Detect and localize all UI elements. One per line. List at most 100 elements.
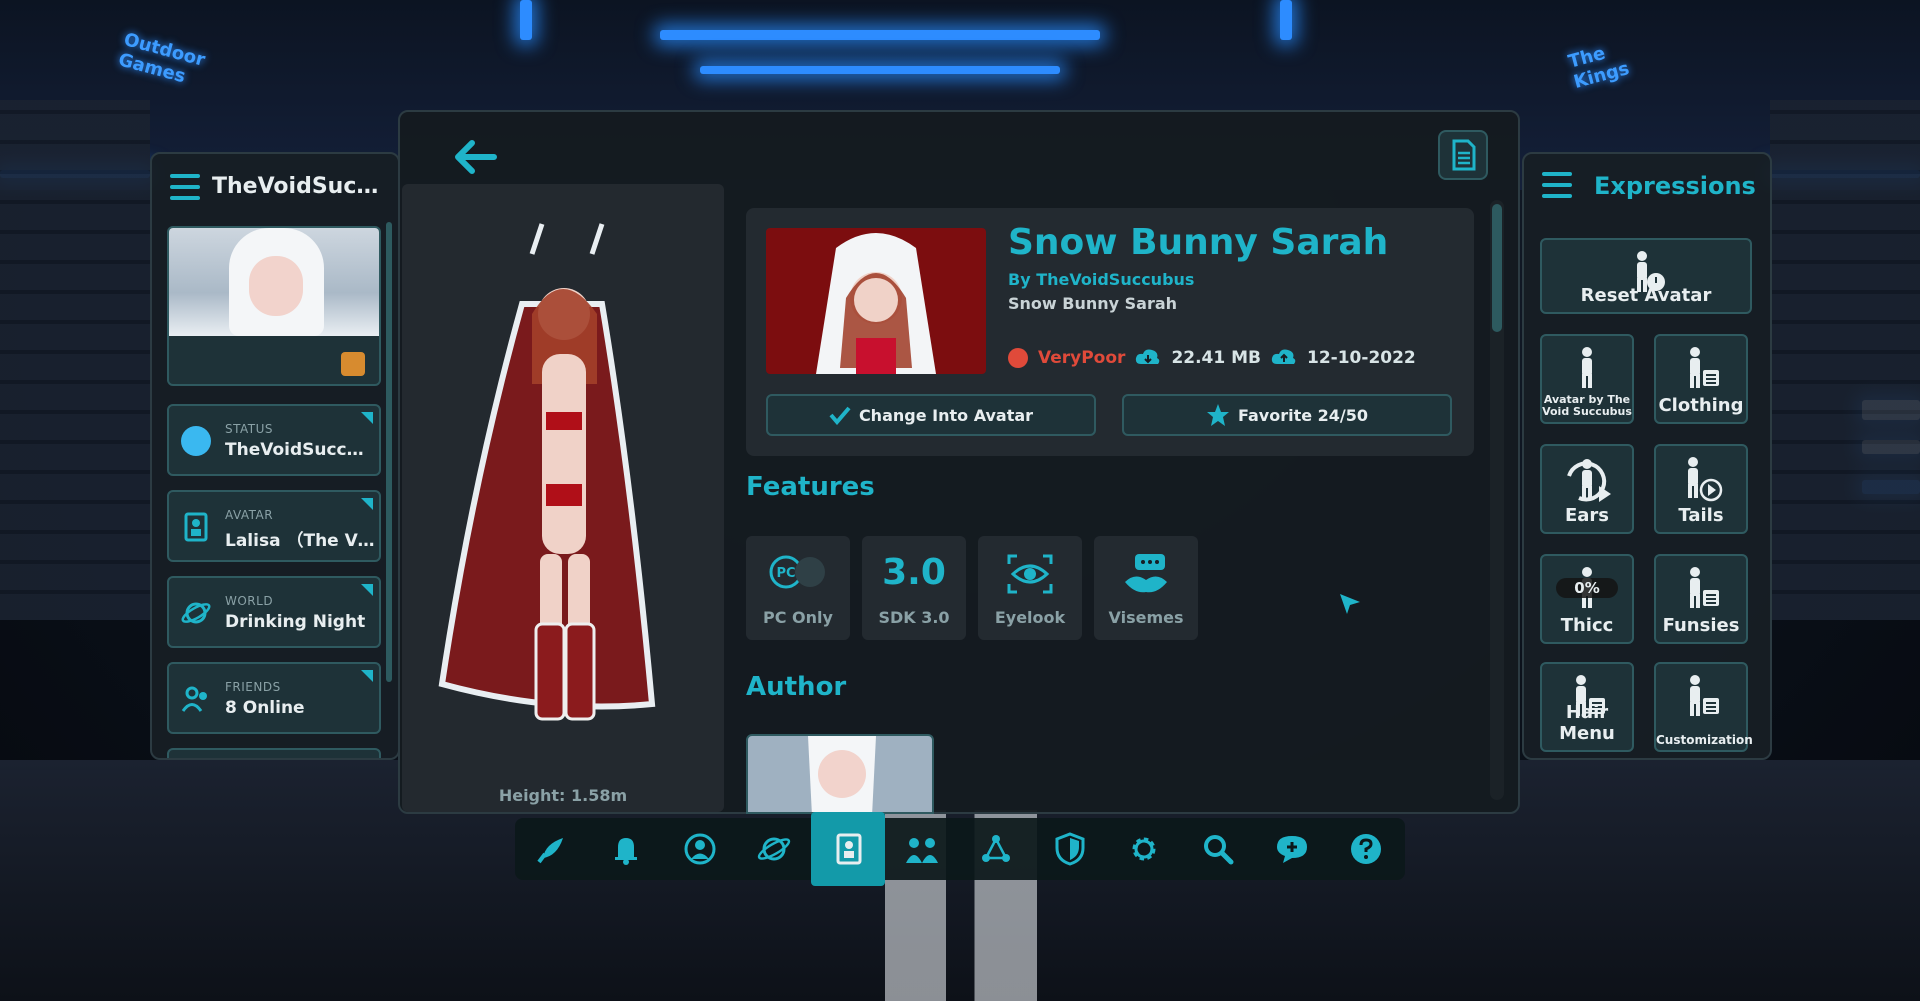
status-caption: STATUS: [225, 422, 274, 436]
person-play-icon: [1688, 457, 1723, 502]
height-label: Height: 1.58m: [498, 786, 628, 805]
world-icon: [181, 598, 211, 628]
checkmark-icon: [829, 406, 851, 425]
avatar-meta-row: VeryPoor 22.41 MB 12-10-2022: [1008, 348, 1416, 368]
help-button[interactable]: [1329, 818, 1403, 880]
sdk-version-text: 3.0: [882, 552, 946, 593]
document-icon: [1452, 139, 1476, 171]
help-icon: [1351, 834, 1381, 864]
details-document-button[interactable]: [1438, 130, 1488, 180]
thicc-button[interactable]: 0% Thicc: [1540, 554, 1634, 644]
avatar-3d-preview[interactable]: Height: 1.58m: [402, 184, 724, 812]
ears-label: Ears: [1564, 505, 1610, 526]
groups-icon: [982, 835, 1010, 862]
avatar-by-button[interactable]: Avatar by The Void Succubus: [1540, 334, 1634, 424]
favorite-button[interactable]: Favorite 24/50: [1122, 394, 1452, 436]
pc-icon: PC: [746, 552, 850, 601]
ears-button[interactable]: Ears: [1540, 444, 1634, 534]
friends-card[interactable]: FRIENDS 8 Online: [167, 662, 381, 734]
lips-icon: [1094, 552, 1198, 605]
neon-light: [520, 0, 532, 40]
customization-button[interactable]: Customization: [1654, 662, 1753, 752]
warning-icon: [1008, 348, 1028, 368]
funsies-button[interactable]: Funsies: [1654, 554, 1748, 644]
feature-eyelook: Eyelook: [978, 536, 1082, 640]
next-card[interactable]: [167, 748, 381, 758]
expressions-panel: Expressions Reset Avatar Avatar by The V…: [1522, 152, 1772, 760]
trust-rank-icon: [341, 352, 365, 376]
brick-wall: [1770, 100, 1920, 620]
person-icon: [1582, 347, 1592, 388]
feature-visemes: Visemes: [1094, 536, 1198, 640]
gear-icon: [1132, 837, 1156, 861]
avatar-icon: [836, 833, 862, 865]
avatar-icon: [181, 512, 211, 542]
features-heading: Features: [746, 472, 875, 502]
svg-text:PC: PC: [776, 566, 795, 581]
hair-menu-button[interactable]: Hair Menu: [1540, 662, 1634, 752]
status-dot-icon: [181, 426, 211, 456]
profile-card[interactable]: [167, 226, 381, 386]
bottom-dock: [515, 812, 1405, 886]
pointer-cursor-icon: [1338, 592, 1362, 620]
back-arrow-icon[interactable]: [450, 137, 500, 177]
rocket-icon: [537, 838, 563, 864]
profile-button[interactable]: [663, 818, 737, 880]
menu-icon[interactable]: [170, 174, 200, 200]
chat-icon: [1277, 836, 1307, 863]
upload-cloud-icon: [1271, 349, 1296, 364]
avatars-button[interactable]: [811, 812, 885, 886]
avatar-card[interactable]: AVATAR Lalisa （The Vi...: [167, 490, 381, 562]
chat-button[interactable]: [1255, 818, 1329, 880]
feature-label: Visemes: [1108, 608, 1184, 627]
feature-label: SDK 3.0: [878, 608, 950, 627]
avatar-name: Snow Bunny Sarah: [1008, 222, 1389, 263]
left-scrollbar[interactable]: [386, 222, 392, 682]
worlds-button[interactable]: [737, 818, 811, 880]
bell-icon: [615, 838, 637, 865]
person-list-icon: [1690, 347, 1719, 388]
customization-label: Customization: [1656, 733, 1753, 747]
person-list-icon: [1690, 567, 1719, 608]
avatar-description: Snow Bunny Sarah: [1008, 294, 1178, 313]
social-icon: [906, 838, 938, 863]
social-button[interactable]: [885, 818, 959, 880]
status-card[interactable]: STATUS TheVoidSuccu...: [167, 404, 381, 476]
avatar-value: Lalisa （The Vi...: [225, 531, 375, 551]
search-button[interactable]: [1181, 818, 1255, 880]
safety-button[interactable]: [1033, 818, 1107, 880]
launchpad-button[interactable]: [515, 818, 589, 880]
world-icon: [757, 837, 791, 861]
eye-icon: [978, 552, 1082, 605]
avatar-info-card: Snow Bunny Sarah By TheVoidSuccubus Snow…: [746, 208, 1474, 456]
friends-caption: FRIENDS: [225, 680, 281, 694]
thicc-label: Thicc: [1560, 615, 1614, 636]
groups-button[interactable]: [959, 818, 1033, 880]
tails-button[interactable]: Tails: [1654, 444, 1748, 534]
person-rotate-icon: [1567, 459, 1611, 502]
neon-light: [700, 66, 1060, 74]
avatar-model: [438, 223, 656, 721]
favorite-label: Favorite 24/50: [1237, 405, 1369, 425]
world-card[interactable]: WORLD Drinking Night: [167, 576, 381, 648]
author-profile-picture[interactable]: [746, 734, 934, 814]
clothing-label: Clothing: [1658, 395, 1744, 416]
settings-button[interactable]: [1107, 818, 1181, 880]
user-name-title: TheVoidSucc...: [212, 174, 387, 199]
menu-icon[interactable]: [1542, 172, 1572, 198]
thicc-percent-badge: 0%: [1556, 578, 1618, 598]
funsies-label: Funsies: [1662, 615, 1740, 636]
change-into-avatar-label: Change Into Avatar: [858, 405, 1034, 425]
avatar-author-link[interactable]: By TheVoidSuccubus: [1008, 270, 1194, 289]
clothing-button[interactable]: Clothing: [1654, 334, 1748, 424]
main-scrollbar[interactable]: [1490, 200, 1504, 800]
neon-light: [660, 30, 1100, 40]
avatar-details-panel: Height: 1.58m Snow Bunny Sarah By TheVoi…: [398, 110, 1520, 814]
neon-light: [1280, 0, 1292, 40]
notifications-button[interactable]: [589, 818, 663, 880]
reset-avatar-button[interactable]: Reset Avatar: [1540, 238, 1752, 314]
brick-wall: [0, 100, 150, 620]
hair-menu-label: Hair Menu: [1559, 702, 1615, 744]
change-into-avatar-button[interactable]: Change Into Avatar: [766, 394, 1096, 436]
author-heading: Author: [746, 672, 847, 702]
